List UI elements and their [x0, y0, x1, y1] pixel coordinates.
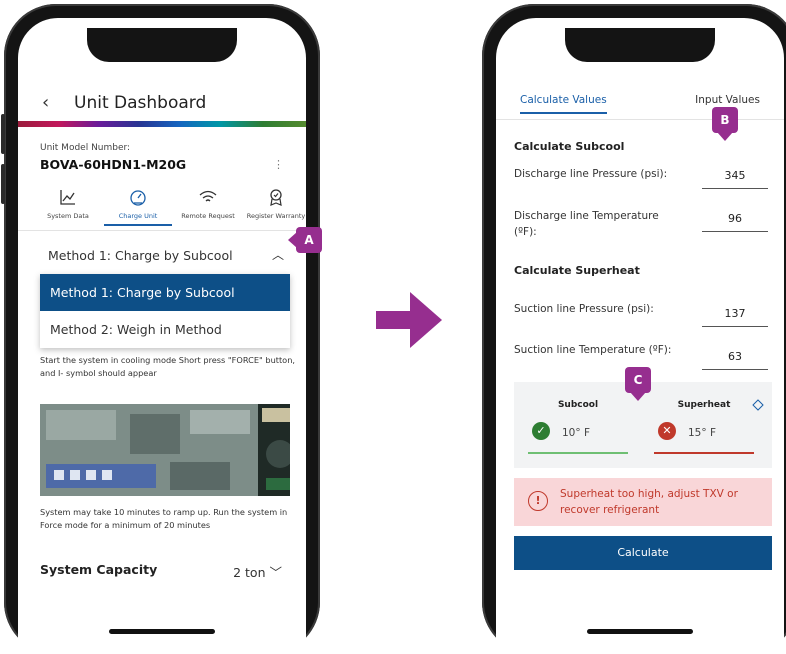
back-icon[interactable]: ‹	[42, 92, 49, 113]
subcool-status-line	[528, 452, 628, 454]
system-capacity-select[interactable]: 2 ton ﹀	[233, 562, 282, 581]
superheat-status-line	[654, 452, 754, 454]
superheat-result-value: 15° F	[688, 427, 716, 439]
control-board-image	[40, 404, 290, 496]
alert-icon: !	[528, 491, 548, 511]
arrow-right-icon	[376, 292, 442, 352]
home-indicator	[587, 629, 693, 634]
more-options-icon[interactable]: ⋮	[273, 158, 284, 171]
nav-label: Remote Request	[181, 212, 235, 220]
divider	[496, 119, 784, 120]
right-phone: Calculate Values Input Values Calculate …	[482, 4, 786, 654]
ramp-up-text: System may take 10 minutes to ramp up. R…	[40, 507, 288, 530]
tab-calculate-values[interactable]: Calculate Values	[520, 94, 607, 114]
nav-system-data[interactable]: System Data	[34, 188, 102, 220]
phone-volume-button	[1, 164, 5, 204]
close-icon: ✕	[658, 422, 676, 440]
brand-color-bar	[18, 121, 306, 127]
system-capacity-value: 2 ton	[233, 565, 266, 580]
alert-text: Superheat too high, adjust TXV or recove…	[560, 488, 738, 516]
method-dropdown: Method 1: Charge by Subcool Method 2: We…	[40, 274, 290, 348]
suction-pressure-label: Suction line Pressure (psi):	[514, 303, 654, 315]
page-title: Unit Dashboard	[74, 93, 207, 113]
chart-icon	[34, 188, 102, 206]
method-select[interactable]: Method 1: Charge by Subcool ︿	[40, 240, 290, 270]
nav-label: System Data	[47, 212, 89, 220]
nav-register-warranty[interactable]: Register Warranty	[242, 188, 306, 220]
suction-temp-label: Suction line Temperature (ºF):	[514, 344, 672, 356]
model-number-value: BOVA-60HDN1-M20G	[40, 157, 187, 172]
superheat-section-title: Calculate Superheat	[514, 264, 640, 277]
divider	[18, 230, 306, 231]
unit-nav: System Data Charge Unit Remote Request R…	[34, 188, 305, 228]
instruction-text: Start the system in cooling mode Short p…	[40, 355, 295, 378]
tab-input-values[interactable]: Input Values	[695, 94, 760, 106]
callout-badge-b: B	[712, 107, 738, 141]
discharge-pressure-input[interactable]: 345	[702, 169, 768, 189]
calculate-button[interactable]: Calculate	[514, 536, 772, 570]
callout-badge-c: C	[625, 367, 651, 401]
info-icon[interactable]	[752, 396, 764, 411]
left-phone: ‹ Unit Dashboard Unit Model Number: BOVA…	[1, 4, 320, 654]
right-screen: Calculate Values Input Values Calculate …	[496, 18, 784, 654]
home-indicator	[109, 629, 215, 634]
callout-badge-a: A	[288, 227, 322, 253]
app-header: ‹ Unit Dashboard	[18, 82, 306, 122]
nav-charge-unit[interactable]: Charge Unit	[104, 188, 172, 226]
discharge-temp-label: Discharge line Temperature (ºF):	[514, 210, 659, 238]
discharge-temp-input[interactable]: 96	[702, 212, 768, 232]
superheat-result-title: Superheat	[677, 400, 731, 410]
alert-banner: ! Superheat too high, adjust TXV or reco…	[514, 478, 772, 526]
system-capacity-label: System Capacity	[40, 562, 158, 577]
nav-label: Charge Unit	[118, 212, 158, 220]
chevron-up-icon: ︿	[271, 248, 284, 262]
subcool-result-value: 10° F	[562, 427, 590, 439]
dropdown-option-method-1[interactable]: Method 1: Charge by Subcool	[40, 274, 290, 311]
subcool-section-title: Calculate Subcool	[514, 140, 625, 153]
gauge-icon	[104, 188, 172, 206]
suction-temp-input[interactable]: 63	[702, 350, 768, 370]
chevron-down-icon: ﹀	[269, 565, 282, 580]
nav-remote-request[interactable]: Remote Request	[174, 188, 242, 220]
subcool-result-title: Subcool	[557, 400, 599, 410]
model-number-label: Unit Model Number:	[40, 143, 131, 153]
left-screen: ‹ Unit Dashboard Unit Model Number: BOVA…	[18, 18, 306, 654]
phone-notch	[565, 28, 715, 62]
phone-notch	[87, 28, 237, 62]
badge-icon	[242, 188, 306, 206]
dropdown-option-method-2[interactable]: Method 2: Weigh in Method	[40, 311, 290, 348]
suction-pressure-input[interactable]: 137	[702, 307, 768, 327]
wifi-icon	[174, 188, 242, 206]
method-select-value: Method 1: Charge by Subcool	[48, 248, 233, 263]
phone-volume-button	[1, 114, 5, 154]
discharge-pressure-label: Discharge line Pressure (psi):	[514, 168, 668, 180]
nav-label: Register Warranty	[246, 212, 306, 220]
check-icon: ✓	[532, 422, 550, 440]
